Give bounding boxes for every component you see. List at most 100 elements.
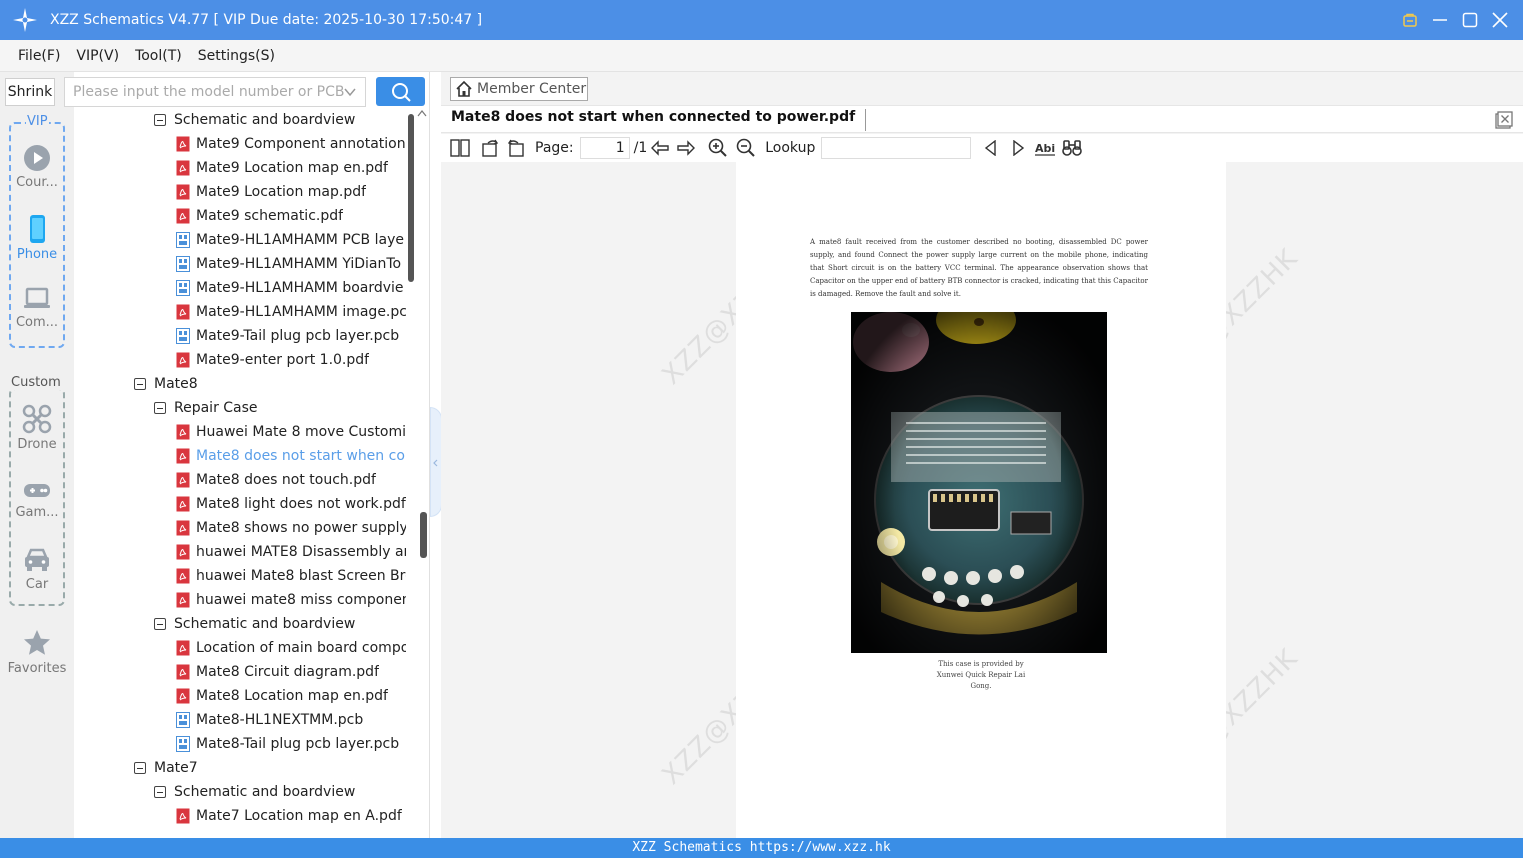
page-total: /1	[633, 140, 648, 156]
rotate-right-icon[interactable]	[477, 134, 503, 162]
nav-item-computer[interactable]: Com...	[4, 286, 70, 330]
nav-item-car[interactable]: Car	[4, 546, 70, 592]
tree-file[interactable]: Mate9-HL1AMHAMM YiDianTo	[176, 252, 406, 276]
menu-tool[interactable]: Tool(T)	[135, 48, 182, 64]
maximize-icon[interactable]	[1455, 0, 1485, 40]
tree-file[interactable]: huawei mate8 miss component	[176, 588, 406, 612]
member-center-button[interactable]: Member Center	[450, 77, 588, 101]
shrink-button[interactable]: Shrink	[5, 78, 55, 106]
tree-file[interactable]: Mate9-enter port 1.0.pdf	[176, 348, 406, 372]
tree-file[interactable]: Mate8-HL1NEXTMM.pcb	[176, 708, 406, 732]
menu-settings[interactable]: Settings(S)	[198, 48, 275, 64]
document-tab[interactable]: Mate8 does not start when connected to p…	[451, 109, 867, 131]
nav-item-phone[interactable]: Phone	[4, 214, 70, 262]
nav-item-label: Car	[25, 577, 49, 592]
tree-file[interactable]: Location of main board compo	[176, 636, 406, 660]
menu-vip[interactable]: VIP(V)	[76, 48, 119, 64]
lookup-input[interactable]	[821, 137, 972, 159]
next-page-icon[interactable]	[673, 134, 699, 162]
find-previous-icon[interactable]	[977, 134, 1005, 162]
vip-group-label: VIP	[26, 114, 49, 129]
tree-file[interactable]: Mate9-HL1AMHAMM PCB laye	[176, 228, 406, 252]
tree-file[interactable]: Mate8 shows no power supply c	[176, 516, 406, 540]
minimize-icon[interactable]	[1425, 0, 1455, 40]
nav-item-label: Cour...	[16, 175, 58, 190]
tree-folder[interactable]: Repair Case	[154, 396, 406, 420]
pcb-file-icon	[176, 712, 196, 728]
collapse-icon[interactable]	[154, 786, 166, 798]
tree-file[interactable]: Mate8 does not touch.pdf	[176, 468, 406, 492]
tree-file[interactable]: huawei MATE8 Disassembly anc	[176, 540, 406, 564]
tree-file[interactable]: Mate9-Tail plug pcb layer.pcb	[176, 324, 406, 348]
tree-item-label: huawei mate8 miss component	[196, 592, 406, 608]
vip-badge-icon[interactable]	[1395, 0, 1425, 40]
tree-file[interactable]: Mate9-HL1AMHAMM image.pc	[176, 300, 406, 324]
tree-item-label: Mate7	[154, 760, 198, 776]
svg-text:Abi: Abi	[1035, 142, 1055, 155]
collapse-icon[interactable]	[134, 762, 146, 774]
tree-file[interactable]: Mate8 does not start when con	[176, 444, 406, 468]
pcb-file-icon	[176, 328, 196, 344]
close-icon[interactable]	[1485, 0, 1515, 40]
binoculars-icon[interactable]	[1059, 134, 1085, 162]
tree-item-label: Mate9 Location map.pdf	[196, 184, 367, 200]
zoom-in-icon[interactable]	[703, 134, 733, 162]
panel-scroll-thumb[interactable]	[420, 512, 427, 558]
collapse-icon[interactable]	[154, 402, 166, 414]
nav-item-games[interactable]: Gam...	[4, 480, 70, 520]
pdf-file-icon	[176, 664, 196, 680]
tree-folder[interactable]: Mate7	[134, 756, 406, 780]
close-tab-icon[interactable]	[1495, 111, 1513, 129]
gamepad-icon	[24, 484, 50, 497]
rotate-left-icon[interactable]	[503, 134, 529, 162]
page-label: Page:	[535, 140, 574, 156]
tree-file[interactable]: Mate9 Location map.pdf	[176, 180, 406, 204]
tree-file[interactable]: Mate8 Circuit diagram.pdf	[176, 660, 406, 684]
tree-file[interactable]: Mate9 Component annotation	[176, 132, 406, 156]
file-tree: Schematic and boardview Mate9 Component a…	[74, 108, 420, 838]
tree-folder[interactable]: Mate8	[134, 372, 406, 396]
nav-item-label: Phone	[16, 247, 58, 262]
tree-file[interactable]: Mate9 Location map en.pdf	[176, 156, 406, 180]
pdf-file-icon	[176, 160, 196, 176]
find-next-icon[interactable]	[1005, 134, 1031, 162]
nav-item-courses[interactable]: Cour...	[4, 144, 70, 190]
zoom-out-icon[interactable]	[733, 134, 759, 162]
tree-file[interactable]: Mate9 schematic.pdf	[176, 204, 406, 228]
pdf-viewer[interactable]: XZZ@XZZHK XZZ@XZZHK XZZ@XZZHK XZZ@XZZHK …	[441, 162, 1523, 838]
previous-page-icon[interactable]	[647, 134, 673, 162]
tree-file[interactable]: Huawei Mate 8 move Customiz	[176, 420, 406, 444]
tree-file[interactable]: Mate8 light does not work.pdf	[176, 492, 406, 516]
tree-file[interactable]: huawei Mate8 blast Screen Brol	[176, 564, 406, 588]
tree-folder[interactable]: Schematic and boardview	[154, 780, 406, 804]
chevron-down-icon[interactable]	[343, 85, 357, 99]
pdf-file-icon	[176, 496, 196, 512]
page-number-input[interactable]: 1	[579, 137, 630, 159]
tree-item-label: huawei MATE8 Disassembly anc	[196, 544, 406, 560]
collapse-icon[interactable]	[154, 618, 166, 630]
tree-item-label: Mate9-HL1AMHAMM boardvie	[196, 280, 404, 296]
search-placeholder: Please input the model number or PCB	[73, 84, 345, 100]
tree-item-label: Mate9 schematic.pdf	[196, 208, 344, 224]
nav-item-drone[interactable]: Drone	[4, 404, 70, 452]
tree-file[interactable]: Mate8 Location map en.pdf	[176, 684, 406, 708]
tree-file[interactable]: Mate9-HL1AMHAMM boardvie	[176, 276, 406, 300]
tree-item-label: Mate8 light does not work.pdf	[196, 496, 406, 512]
collapse-icon[interactable]	[134, 378, 146, 390]
tree-file[interactable]: Mate8-Tail plug pcb layer.pcb	[176, 732, 406, 756]
nav-item-favorites[interactable]: Favorites	[4, 628, 70, 676]
tree-item-label: Mate8 does not start when con	[196, 448, 406, 464]
search-input[interactable]: Please input the model number or PCB	[64, 77, 366, 107]
collapse-icon[interactable]	[154, 114, 166, 126]
two-page-view-icon[interactable]	[443, 134, 477, 162]
tree-scroll-thumb[interactable]	[408, 114, 414, 282]
tree-file[interactable]: Mate7 Location map en A.pdf	[176, 804, 406, 828]
search-button[interactable]	[376, 77, 425, 106]
tree-folder[interactable]: Schematic and boardview	[154, 612, 406, 636]
photo-caption: This case is provided by Xunwei Quick Re…	[936, 660, 1026, 690]
menu-file[interactable]: File(F)	[18, 48, 60, 64]
search-icon	[391, 82, 411, 102]
tree-scrollbar[interactable]	[416, 108, 428, 834]
match-case-icon[interactable]: Abi	[1031, 134, 1059, 162]
tree-folder[interactable]: Schematic and boardview	[154, 108, 406, 132]
